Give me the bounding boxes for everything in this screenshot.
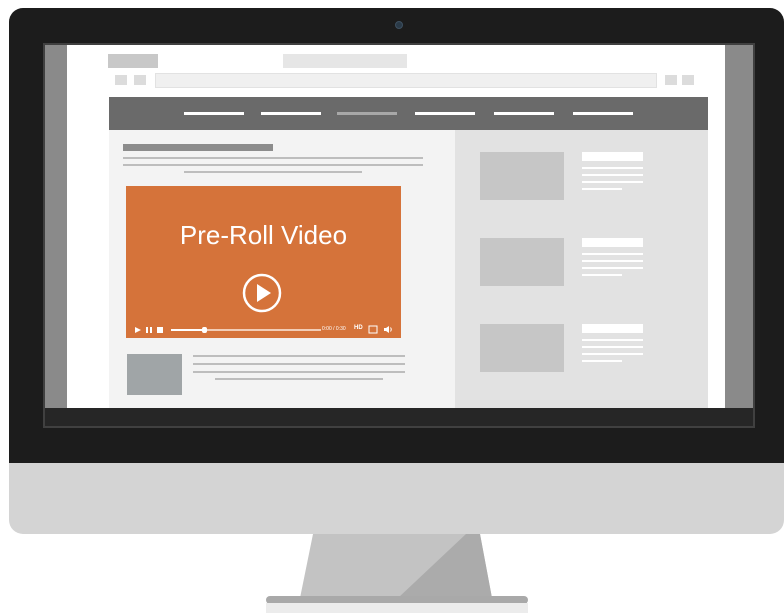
text-line xyxy=(582,267,643,269)
progress-fill xyxy=(171,329,204,331)
sidebar xyxy=(455,130,708,408)
nav-item[interactable] xyxy=(261,112,321,115)
text-line xyxy=(582,260,643,262)
progress-handle[interactable] xyxy=(202,327,207,333)
nav-item[interactable] xyxy=(494,112,554,115)
text-line xyxy=(582,339,643,341)
text-line xyxy=(193,371,405,373)
text-line xyxy=(582,181,643,183)
hd-icon[interactable]: HD xyxy=(354,325,363,331)
back-button[interactable] xyxy=(115,75,127,85)
text-line xyxy=(193,363,405,365)
sidebar-item-thumbnail[interactable] xyxy=(480,324,564,372)
forward-button[interactable] xyxy=(134,75,146,85)
text-line xyxy=(215,378,383,380)
video-player[interactable]: Pre-Roll Video 0:00 / 0:30 HD xyxy=(126,186,401,338)
text-line xyxy=(582,188,622,190)
text-line xyxy=(582,353,643,355)
browser-tab-title xyxy=(283,54,407,68)
sidebar-item-thumbnail[interactable] xyxy=(480,238,564,286)
text-line xyxy=(582,174,643,176)
play-icon[interactable] xyxy=(134,326,142,334)
text-line xyxy=(193,355,405,357)
time-display: 0:00 / 0:30 xyxy=(322,326,346,332)
site-nav-bar xyxy=(109,97,708,130)
sidebar-item-title xyxy=(582,324,643,333)
sidebar-item-title xyxy=(582,238,643,247)
text-line xyxy=(582,360,622,362)
stop-icon[interactable] xyxy=(156,326,164,334)
fullscreen-icon[interactable] xyxy=(368,325,378,334)
address-bar[interactable] xyxy=(155,73,657,88)
screen-left-margin xyxy=(45,45,67,426)
text-line xyxy=(582,253,643,255)
text-line xyxy=(582,167,643,169)
screen: Pre-Roll Video 0:00 / 0:30 HD xyxy=(45,45,753,426)
video-title: Pre-Roll Video xyxy=(179,220,348,250)
browser-tab[interactable] xyxy=(108,54,158,68)
pause-icon[interactable] xyxy=(145,326,153,334)
text-line xyxy=(123,157,423,159)
video-controls: 0:00 / 0:30 HD xyxy=(126,322,401,338)
nav-item[interactable] xyxy=(184,112,244,115)
main-content: Pre-Roll Video 0:00 / 0:30 HD xyxy=(109,130,455,408)
text-line xyxy=(123,164,423,166)
nav-item[interactable] xyxy=(573,112,633,115)
screen-bottom-bar xyxy=(45,408,753,426)
play-button-icon[interactable] xyxy=(242,273,282,313)
screen-right-margin xyxy=(725,45,753,426)
progress-track[interactable] xyxy=(171,327,321,333)
browser-chrome xyxy=(67,45,725,95)
nav-item-active[interactable] xyxy=(337,112,397,115)
text-line xyxy=(184,171,362,173)
sidebar-item-title xyxy=(582,152,643,161)
stand-base-shadow xyxy=(266,603,528,613)
text-line xyxy=(582,274,622,276)
article-headline xyxy=(123,144,273,151)
article-thumbnail[interactable] xyxy=(127,354,182,395)
sidebar-item-thumbnail[interactable] xyxy=(480,152,564,200)
browser-menu-button[interactable] xyxy=(665,75,677,85)
browser-settings-button[interactable] xyxy=(682,75,694,85)
nav-item[interactable] xyxy=(415,112,475,115)
volume-icon[interactable] xyxy=(383,325,393,334)
text-line xyxy=(582,346,643,348)
stand-base xyxy=(266,596,528,604)
